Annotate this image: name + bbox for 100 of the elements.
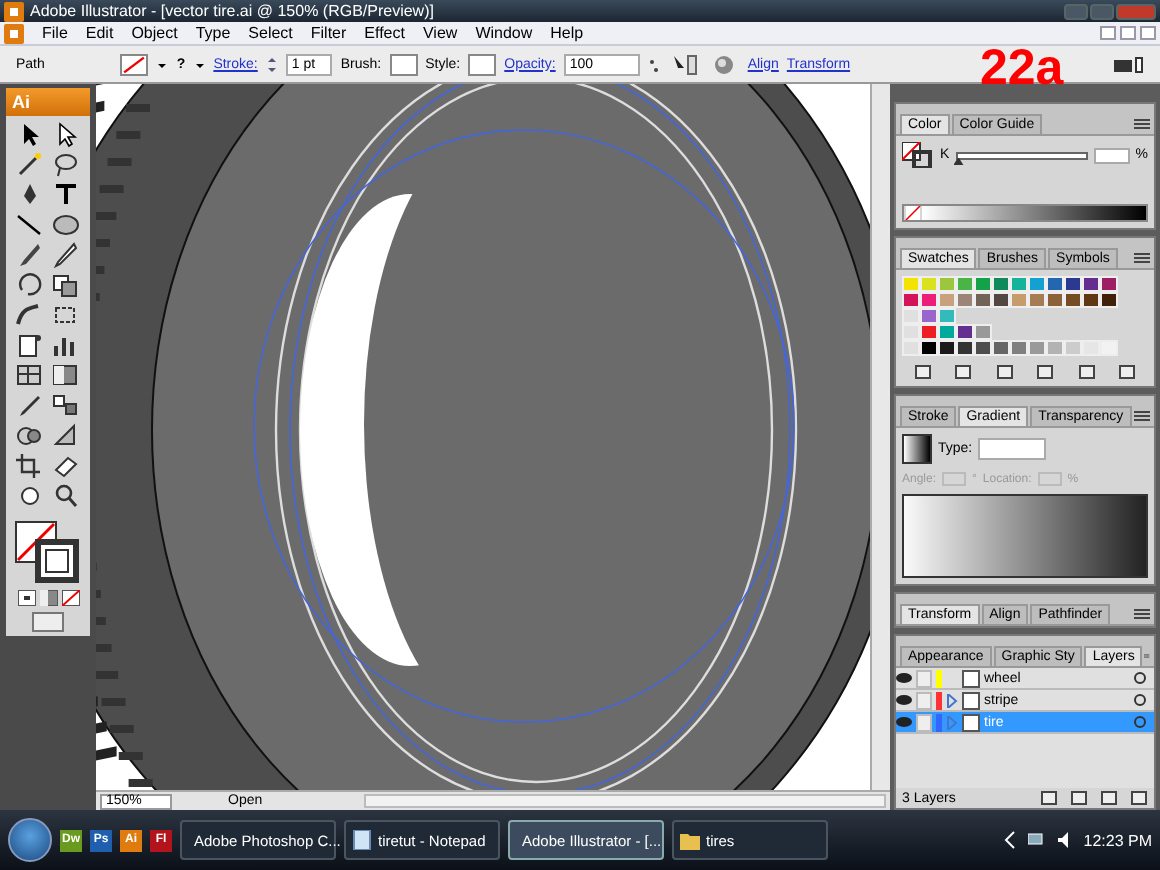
- screen-mode-button[interactable]: [32, 612, 64, 632]
- crop-icon[interactable]: [14, 452, 46, 478]
- workspace-icon[interactable]: [1112, 51, 1144, 77]
- color-swatch[interactable]: [956, 324, 974, 340]
- none-swatch-icon[interactable]: [904, 206, 922, 220]
- lasso-icon[interactable]: [50, 152, 82, 178]
- color-swatch[interactable]: [902, 324, 920, 340]
- color-swatch[interactable]: [1064, 292, 1082, 308]
- start-button[interactable]: [8, 818, 52, 862]
- menu-item[interactable]: Filter: [310, 24, 347, 42]
- rotate-icon[interactable]: [14, 272, 46, 298]
- color-swatch[interactable]: [974, 276, 992, 292]
- line-icon[interactable]: [14, 212, 46, 238]
- color-swatch[interactable]: [938, 308, 956, 324]
- menu-item[interactable]: Select: [248, 24, 293, 42]
- color-swatch[interactable]: [1010, 292, 1028, 308]
- menu-item[interactable]: Object: [131, 24, 178, 42]
- color-swatch[interactable]: [992, 276, 1010, 292]
- color-mode-icon[interactable]: [17, 590, 35, 606]
- color-swatch[interactable]: [974, 340, 992, 356]
- color-swatch[interactable]: [1100, 292, 1118, 308]
- pencil-icon[interactable]: [50, 242, 82, 268]
- color-swatch[interactable]: [992, 340, 1010, 356]
- color-swatch[interactable]: [956, 340, 974, 356]
- live-paint-icon[interactable]: [14, 422, 46, 448]
- style-field[interactable]: [468, 53, 497, 75]
- gradient-swatch[interactable]: [902, 434, 932, 464]
- menu-item[interactable]: Effect: [364, 24, 405, 42]
- color-swatch[interactable]: [902, 308, 920, 324]
- color-swatch[interactable]: [1028, 340, 1046, 356]
- color-swatch[interactable]: [1028, 276, 1046, 292]
- brush-icon[interactable]: [14, 242, 46, 268]
- minimize-button[interactable]: [1100, 26, 1116, 40]
- color-swatch[interactable]: [1046, 340, 1064, 356]
- horizontal-scrollbar[interactable]: [364, 794, 886, 808]
- color-swatch[interactable]: [920, 292, 938, 308]
- color-swatch[interactable]: [902, 340, 920, 356]
- menu-item[interactable]: Window: [475, 24, 533, 42]
- color-swatch[interactable]: [938, 292, 956, 308]
- wand-icon[interactable]: [14, 152, 46, 178]
- magnifier-icon[interactable]: [50, 482, 82, 508]
- color-swatch[interactable]: [920, 324, 938, 340]
- menu-item[interactable]: Type: [195, 24, 231, 42]
- color-swatch[interactable]: [992, 292, 1010, 308]
- color-swatch[interactable]: [1064, 276, 1082, 292]
- network-icon[interactable]: [1027, 830, 1048, 850]
- vertical-scrollbar[interactable]: [870, 84, 890, 790]
- expand-triangle-icon[interactable]: [946, 693, 958, 707]
- color-swatch[interactable]: [920, 276, 938, 292]
- color-swatch[interactable]: [956, 276, 974, 292]
- fill-stroke-swatches[interactable]: [902, 142, 934, 168]
- color-swatch[interactable]: [1100, 340, 1118, 356]
- color-swatch[interactable]: [1082, 340, 1100, 356]
- color-swatch[interactable]: [938, 340, 956, 356]
- color-swatch[interactable]: [956, 292, 974, 308]
- close-button[interactable]: [1140, 26, 1156, 40]
- target-circle-icon[interactable]: [1134, 694, 1146, 706]
- location-field[interactable]: [1037, 472, 1062, 486]
- color-swatch[interactable]: [1046, 276, 1064, 292]
- color-swatch[interactable]: [902, 292, 920, 308]
- type-icon[interactable]: [50, 182, 82, 208]
- target-circle-icon[interactable]: [1134, 716, 1146, 728]
- color-swatch[interactable]: [1028, 292, 1046, 308]
- color-swatch[interactable]: [1010, 276, 1028, 292]
- stroke-swatch[interactable]: [120, 53, 149, 75]
- menu-item[interactable]: File: [42, 24, 68, 42]
- color-swatch[interactable]: [902, 276, 920, 292]
- panel-menu-icon[interactable]: [1134, 118, 1150, 130]
- symbol-sprayer-icon[interactable]: [14, 332, 46, 358]
- gradient-mode-icon[interactable]: [39, 590, 57, 606]
- fill-stroke-swatches[interactable]: [14, 516, 82, 584]
- color-swatch[interactable]: [920, 308, 938, 324]
- panel-menu-icon[interactable]: [1134, 410, 1150, 422]
- menu-item[interactable]: Edit: [85, 24, 114, 42]
- eyedropper-icon[interactable]: [14, 392, 46, 418]
- color-swatch[interactable]: [938, 276, 956, 292]
- color-swatch[interactable]: [1010, 340, 1028, 356]
- scale-icon[interactable]: [50, 272, 82, 298]
- menu-item[interactable]: View: [422, 24, 458, 42]
- mesh-icon[interactable]: [14, 362, 46, 388]
- brush-field[interactable]: [389, 53, 418, 75]
- none-mode-icon[interactable]: [61, 590, 79, 606]
- chevron-icon[interactable]: [999, 830, 1020, 850]
- gradient-icon[interactable]: [50, 362, 82, 388]
- color-swatch[interactable]: [920, 340, 938, 356]
- channel-value-field[interactable]: [1093, 147, 1130, 163]
- color-ramp[interactable]: [902, 204, 1148, 222]
- menu-item[interactable]: Help: [550, 24, 584, 42]
- panel-menu-icon[interactable]: [1134, 608, 1150, 620]
- eraser-icon[interactable]: [50, 452, 82, 478]
- restore-button[interactable]: [1120, 26, 1136, 40]
- color-swatch[interactable]: [1100, 276, 1118, 292]
- color-swatch[interactable]: [974, 324, 992, 340]
- color-swatch[interactable]: [1064, 340, 1082, 356]
- color-swatch[interactable]: [974, 292, 992, 308]
- spinner-icon[interactable]: [265, 53, 278, 75]
- angle-field[interactable]: [942, 472, 967, 486]
- color-swatch[interactable]: [1082, 292, 1100, 308]
- blend-icon[interactable]: [50, 392, 82, 418]
- panel-menu-icon[interactable]: [1134, 252, 1150, 264]
